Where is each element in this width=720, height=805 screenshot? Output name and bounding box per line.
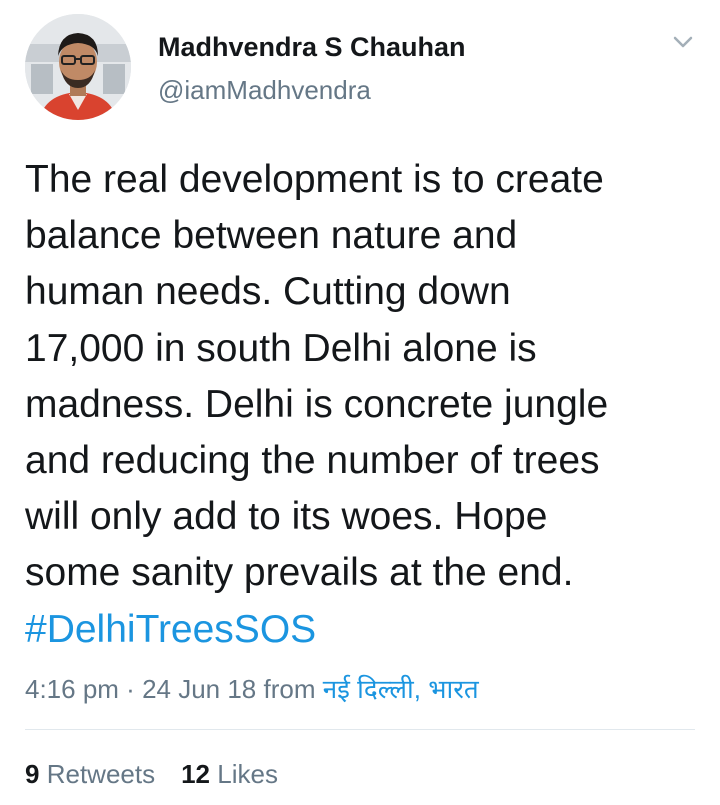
tweet-text-line: and reducing the number of trees [25,439,600,483]
user-handle[interactable]: @iamMadhvendra [158,75,371,106]
likes-stat[interactable]: 12 Likes [181,759,278,790]
tweet-text-line: some sanity prevails at the end. [25,551,574,595]
tweet-meta: 4:16 pm · 24 Jun 18 from नई दिल्ली, भारत [25,670,479,706]
tweet-text-line: 17,000 in south Delhi alone is [25,326,537,370]
tweet-date[interactable]: 24 Jun 18 [142,674,256,704]
likes-count: 12 [181,759,211,789]
avatar[interactable] [25,14,131,120]
tweet-card: Madhvendra S Chauhan @iamMadhvendra The … [0,0,720,805]
meta-separator: · [118,674,143,704]
tweet-text-line: will only add to its woes. Hope [25,495,548,539]
tweet-text-line: balance between nature and [25,214,518,258]
chevron-down-icon[interactable] [672,34,694,50]
tweet-stats: 9 Retweets 12 Likes [25,759,278,790]
from-label: from [256,674,323,704]
hashtag-link[interactable]: #DelhiTreesSOS [25,602,705,658]
divider [25,729,695,730]
tweet-text-line: madness. Delhi is concrete jungle [25,382,609,426]
retweets-stat[interactable]: 9 Retweets [25,759,155,790]
tweet-text-line: human needs. Cutting down [25,270,511,314]
location-link[interactable]: नई दिल्ली, भारत [323,674,479,704]
likes-label: Likes [217,759,278,789]
retweets-count: 9 [25,759,40,789]
tweet-text-line: The real development is to create [25,158,604,201]
tweet-time[interactable]: 4:16 pm [25,674,119,704]
tweet-text: The real development is to create balanc… [25,152,705,658]
display-name[interactable]: Madhvendra S Chauhan [158,32,466,63]
retweets-label: Retweets [46,759,156,789]
avatar-image [25,14,131,120]
